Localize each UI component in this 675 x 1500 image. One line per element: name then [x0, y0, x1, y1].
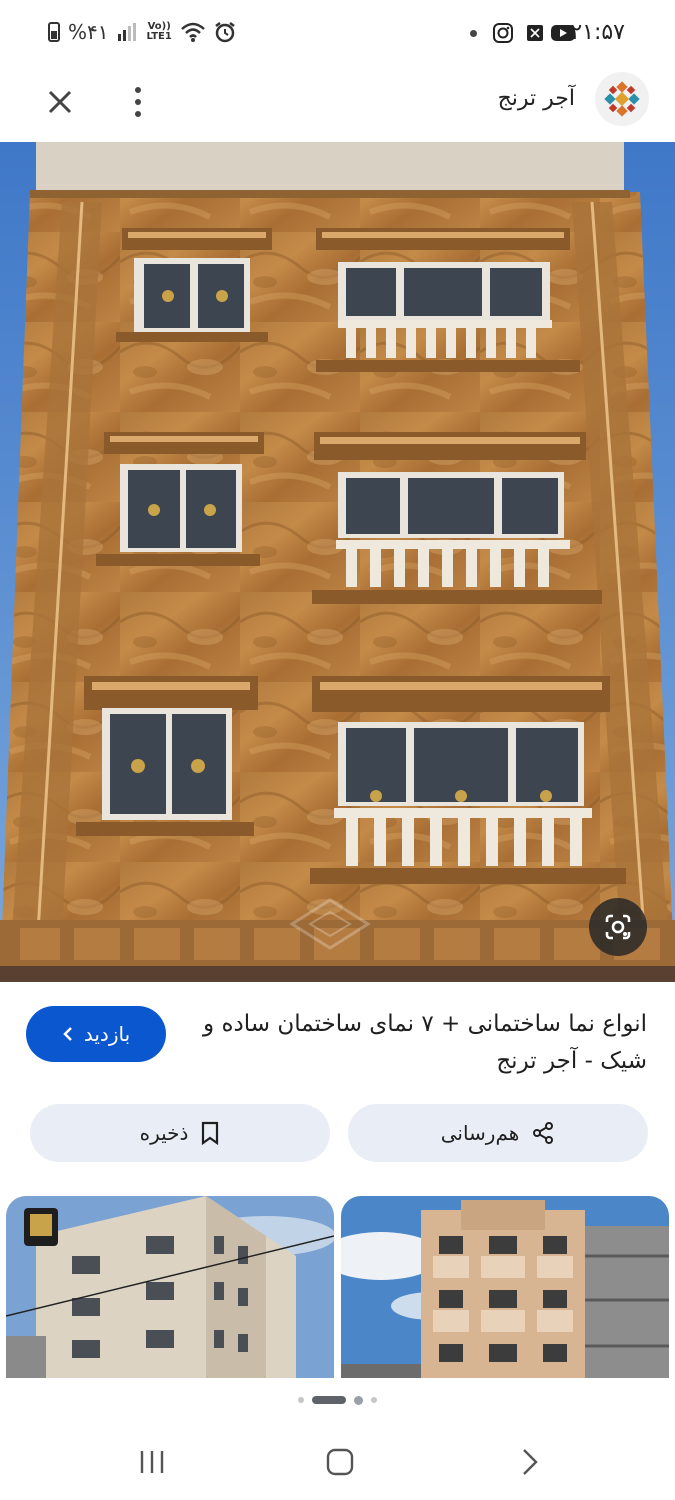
related-image-2[interactable]: [341, 1196, 669, 1378]
source-site-logo[interactable]: [595, 72, 649, 126]
signal-icon: [117, 23, 136, 41]
recent-apps-button[interactable]: [122, 1440, 182, 1484]
network-type: Vo)) LTE1: [146, 21, 172, 42]
carousel-dot: [354, 1395, 363, 1405]
clock: ۲۱:۵۷: [570, 20, 625, 45]
source-site-name[interactable]: آجر ترنج: [498, 86, 575, 111]
building-photo: [0, 142, 675, 982]
visit-label: بازدید: [83, 1022, 131, 1046]
notification-dot: [470, 30, 477, 37]
more-options-button[interactable]: [124, 82, 152, 122]
carousel-dot: [371, 1397, 377, 1403]
recent-apps-icon: [140, 1451, 164, 1473]
more-vert-icon: [135, 87, 141, 93]
share-label: هم‌رسانی: [440, 1121, 520, 1145]
home-icon: [326, 1448, 354, 1476]
back-button[interactable]: [500, 1440, 560, 1484]
battery-icon: [48, 22, 60, 42]
bookmark-icon: [202, 1121, 219, 1145]
chevron-left-icon: [63, 1027, 72, 1041]
related-building-photo-2: [341, 1196, 669, 1378]
viewer-header: آجر ترنج: [0, 68, 675, 140]
result-title[interactable]: انواع نما ساختمانی + ۷ نمای ساختمان ساده…: [197, 1006, 647, 1080]
alarm-icon: [215, 22, 235, 43]
visit-button[interactable]: بازدید: [26, 1006, 166, 1062]
share-icon: [533, 1122, 554, 1144]
save-label: ذخیره: [139, 1121, 189, 1145]
carousel-dot-active: [312, 1396, 346, 1404]
carousel-dot: [298, 1397, 304, 1403]
status-bar: %۴۱ Vo)) LTE1 ۲۱:۵۷: [0, 0, 675, 68]
home-button[interactable]: [310, 1440, 370, 1484]
x-icon: [527, 25, 543, 41]
main-result-image[interactable]: [0, 142, 675, 982]
status-left: %۴۱ Vo)) LTE1: [48, 20, 236, 44]
save-button[interactable]: ذخیره: [30, 1104, 330, 1162]
site-logo-icon: [604, 81, 640, 117]
related-building-photo-1: [6, 1196, 334, 1378]
wifi-icon: [180, 22, 205, 42]
system-navigation-bar: [0, 1420, 675, 1500]
back-icon: [523, 1449, 538, 1475]
close-button[interactable]: [40, 82, 80, 122]
instagram-icon: [493, 23, 513, 43]
share-button[interactable]: هم‌رسانی: [348, 1104, 648, 1162]
close-icon: [48, 90, 72, 114]
carousel-indicator: [0, 1392, 675, 1408]
battery-level: %۴۱: [68, 20, 109, 44]
related-image-1[interactable]: [6, 1196, 334, 1378]
lens-icon: [605, 914, 631, 940]
google-lens-button[interactable]: [589, 898, 647, 956]
